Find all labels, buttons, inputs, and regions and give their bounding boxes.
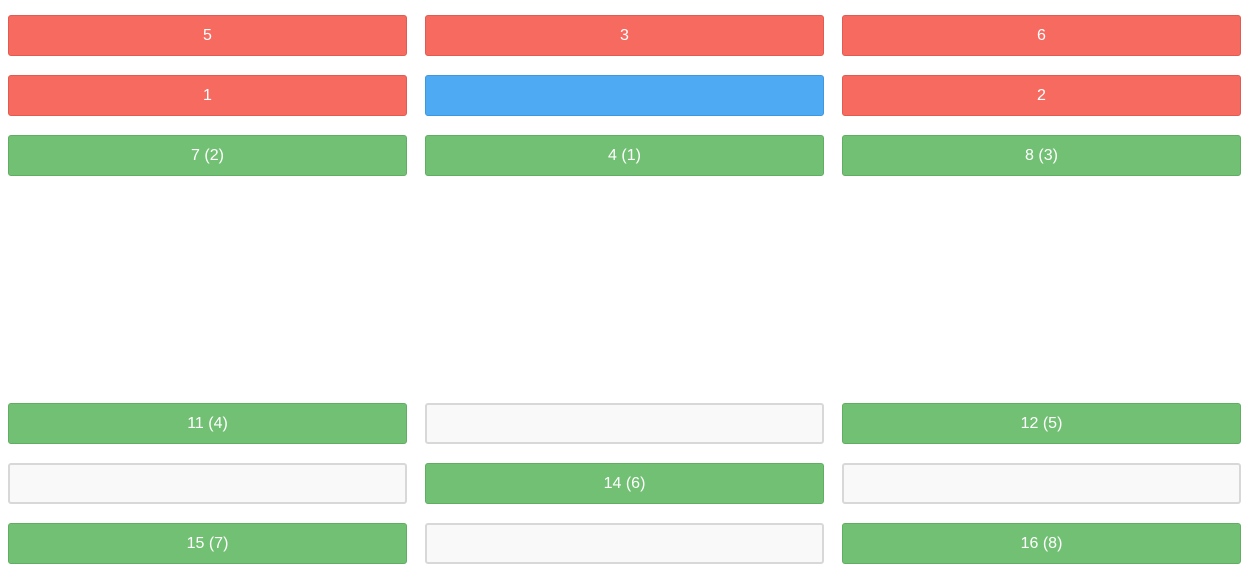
tile-r3-c3[interactable]: 8 (3): [842, 135, 1241, 176]
tile-r1-c1[interactable]: 5: [8, 15, 407, 56]
tile-r2-c1[interactable]: 1: [8, 75, 407, 116]
tile-r3-c2[interactable]: 4 (1): [425, 135, 824, 176]
empty-slot-r4-c2[interactable]: [425, 403, 824, 444]
tile-r2-c2-selected[interactable]: [425, 75, 824, 116]
empty-slot-r5-c1[interactable]: [8, 463, 407, 504]
tile-r3-c1[interactable]: 7 (2): [8, 135, 407, 176]
tile-r4-c1[interactable]: 11 (4): [8, 403, 407, 444]
tile-r4-c3[interactable]: 12 (5): [842, 403, 1241, 444]
tile-r6-c3[interactable]: 16 (8): [842, 523, 1241, 564]
tile-r5-c2[interactable]: 14 (6): [425, 463, 824, 504]
tile-r2-c3[interactable]: 2: [842, 75, 1241, 116]
tile-r6-c1[interactable]: 15 (7): [8, 523, 407, 564]
tile-r1-c2[interactable]: 3: [425, 15, 824, 56]
empty-slot-r6-c2[interactable]: [425, 523, 824, 564]
empty-slot-r5-c3[interactable]: [842, 463, 1241, 504]
tile-grid: 5 3 6 1 2 7 (2) 4 (1) 8 (3) 11 (4) 12 (5…: [0, 0, 1257, 581]
tile-r1-c3[interactable]: 6: [842, 15, 1241, 56]
